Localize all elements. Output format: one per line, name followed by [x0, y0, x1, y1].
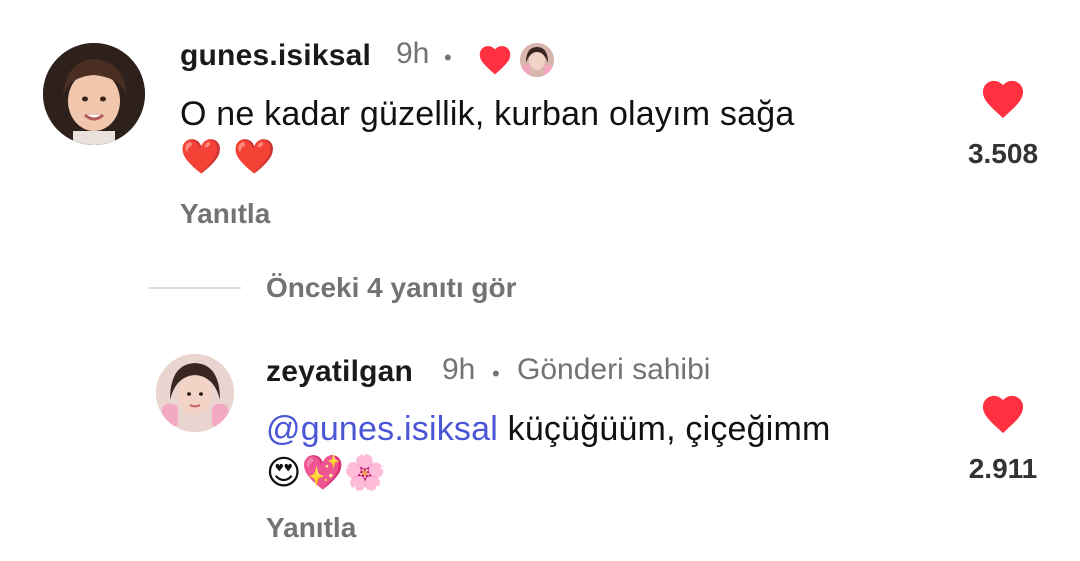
replies-divider: [149, 287, 241, 289]
reply-time: 9h: [442, 353, 476, 386]
reply-button[interactable]: Yanıtla: [180, 198, 270, 230]
mention-link[interactable]: @gunes.isiksal: [266, 410, 498, 448]
reply-text: @gunes.isiksal küçüğüüm, çiçeğimm: [266, 410, 831, 449]
avatar-image: [43, 43, 145, 145]
comment-text: O ne kadar güzellik, kurban olayım sağa: [180, 95, 795, 133]
like-count: 2.911: [968, 453, 1038, 484]
comment-time: 9h: [396, 37, 430, 70]
view-previous-replies[interactable]: Önceki 4 yanıtı gör: [266, 272, 517, 304]
like-count: 3.508: [967, 138, 1039, 169]
creator-avatar: [520, 43, 554, 77]
like-heart-icon[interactable]: [979, 393, 1027, 435]
comment-username[interactable]: gunes.isiksal: [180, 39, 371, 73]
avatar-gunes[interactable]: [43, 43, 145, 145]
reply-text-body: küçüğüüm, çiçeğimm: [497, 410, 831, 448]
author-badge: Gönderi sahibi: [517, 353, 711, 386]
comment-emojis: ❤️ ❤️: [180, 137, 276, 177]
creator-heart-icon: [477, 44, 513, 76]
reply-username[interactable]: zeyatilgan: [266, 355, 413, 389]
separator-dot: •: [444, 45, 452, 70]
avatar-image: [156, 354, 234, 432]
reply-emojis: 😍💖🌸: [266, 453, 387, 493]
like-heart-icon[interactable]: [979, 78, 1027, 120]
reply-button[interactable]: Yanıtla: [266, 512, 356, 544]
avatar-zeyatilgan[interactable]: [156, 354, 234, 432]
separator-dot: •: [492, 361, 500, 386]
